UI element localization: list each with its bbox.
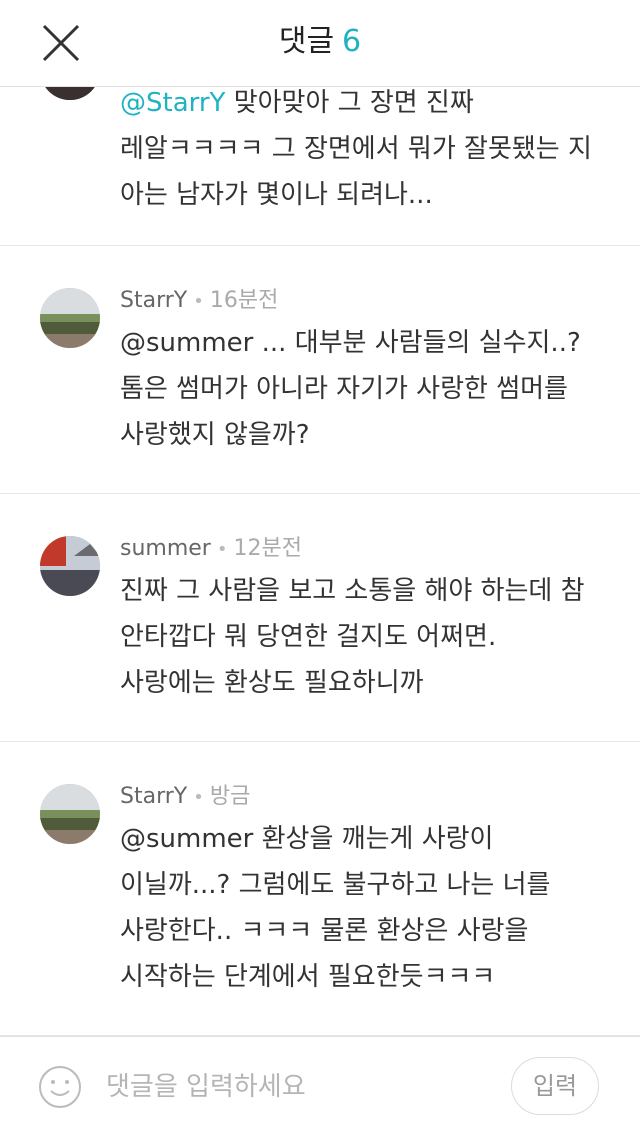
comment-text: 진짜 그 사람을 보고 소통을 해야 하는데 참 안타깝다 뭐 당연한 걸지도 … — [120, 576, 585, 698]
comment-item: StarrY • 16분전 @summer ... 대부분 사람들의 실수지..? … — [0, 246, 640, 494]
comment-item: @StarrY 맞아맞아 그 장면 진짜 레알ㅋㅋㅋㅋ 그 장면에서 뭐가 잘못… — [0, 86, 640, 246]
comment-input[interactable] — [106, 1063, 486, 1111]
comment-item: summer • 12분전 진짜 그 사람을 보고 소통을 해야 하는데 참 안타깝… — [0, 494, 640, 742]
comment-body: @summer ... 대부분 사람들의 실수지..? 톰은 썸머가 아니라 자… — [120, 320, 600, 458]
comment-meta: StarrY • 방금 — [120, 784, 251, 809]
page-title: 댓글 6 — [0, 22, 640, 62]
author-name[interactable]: StarrY — [120, 784, 187, 809]
comment-body: 진짜 그 사람을 보고 소통을 해야 하는데 참 안타깝다 뭐 당연한 걸지도 … — [120, 568, 600, 706]
avatar[interactable] — [40, 86, 100, 100]
comment-input-bar: 입력 — [0, 1036, 640, 1136]
comment-time: 16분전 — [209, 288, 279, 313]
author-name[interactable]: StarrY — [120, 288, 187, 313]
comment-list[interactable]: @StarrY 맞아맞아 그 장면 진짜 레알ㅋㅋㅋㅋ 그 장면에서 뭐가 잘못… — [0, 86, 640, 1036]
comment-meta: summer • 12분전 — [120, 536, 302, 561]
comment-time: 12분전 — [233, 536, 302, 561]
page-title-label: 댓글 — [278, 24, 335, 59]
avatar[interactable] — [40, 784, 100, 844]
comment-body: @summer 환상을 깨는게 사랑이 이닐까...? 그럼에도 불구하고 나는… — [120, 816, 600, 1000]
smiley-icon — [39, 1066, 81, 1108]
comment-body: @StarrY 맞아맞아 그 장면 진짜 레알ㅋㅋㅋㅋ 그 장면에서 뭐가 잘못… — [120, 86, 600, 218]
header: 댓글 6 — [0, 0, 640, 87]
comment-meta: StarrY • 16분전 — [120, 288, 279, 313]
avatar[interactable] — [40, 288, 100, 348]
author-name[interactable]: summer — [120, 536, 211, 561]
submit-button[interactable]: 입력 — [511, 1057, 599, 1115]
comment-count: 6 — [342, 24, 362, 59]
avatar[interactable] — [40, 536, 100, 596]
mention-link[interactable]: @StarrY — [120, 88, 225, 118]
comment-item: StarrY • 방금 @summer 환상을 깨는게 사랑이 이닐까...? 그럼… — [0, 742, 640, 1036]
mention-link[interactable]: @summer — [120, 328, 253, 358]
emoji-button[interactable] — [38, 1065, 82, 1109]
comment-time: 방금 — [209, 784, 251, 809]
mention-link[interactable]: @summer — [120, 824, 253, 854]
